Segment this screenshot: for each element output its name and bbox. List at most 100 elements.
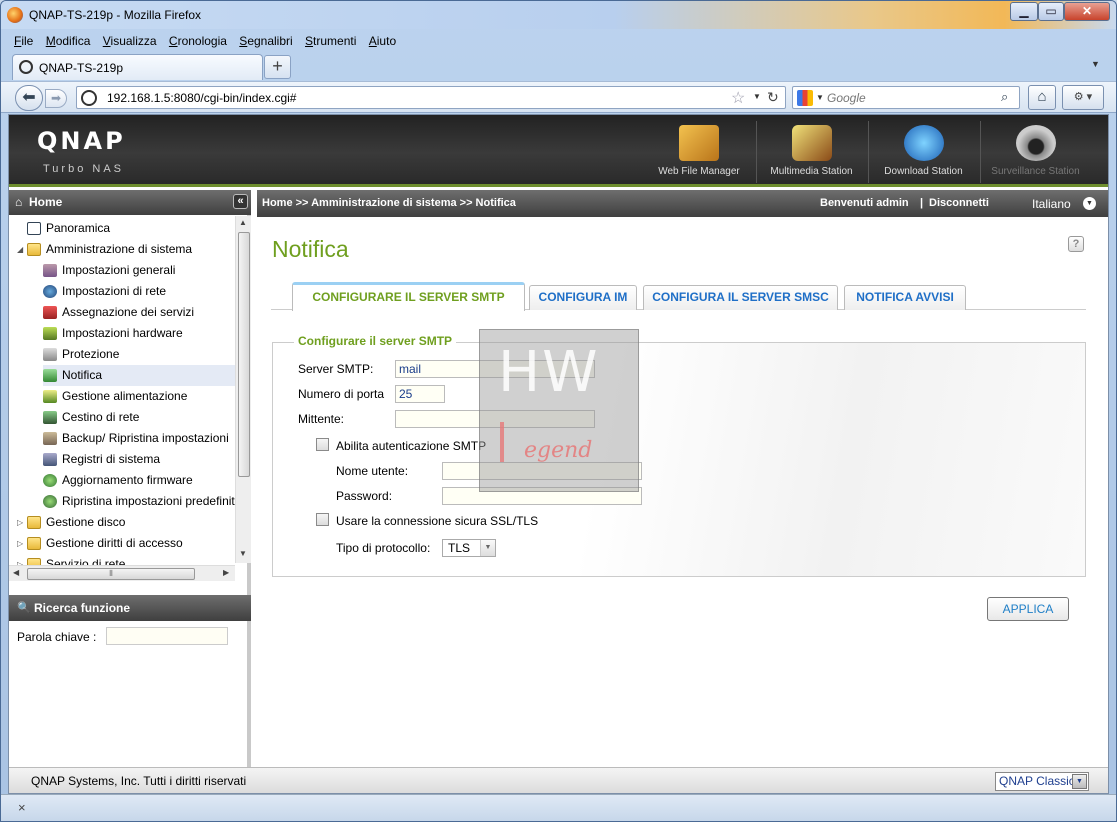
collapsed-arrow-icon[interactable]: ▷ <box>17 518 23 527</box>
tree-item-protezione[interactable]: Protezione <box>43 344 235 365</box>
url-text[interactable]: 192.168.1.5:8080/cgi-bin/index.cgi# <box>107 91 296 105</box>
tree-item-label: Gestione alimentazione <box>62 389 188 403</box>
engine-dropdown-icon[interactable]: ▼ <box>816 93 824 102</box>
home-button[interactable]: ⌂ <box>1028 85 1056 110</box>
main-panel: Home >> Amministrazione di sistema >> No… <box>257 190 1108 767</box>
browser-tab[interactable]: QNAP-TS-219p <box>12 54 263 80</box>
close-findbar-icon[interactable]: × <box>18 800 26 815</box>
username-label: Nome utente: <box>336 464 409 478</box>
smtp-fieldset: Configurare il server SMTP Server SMTP: … <box>272 334 1086 577</box>
backup-icon <box>43 432 57 445</box>
tab-smtp-server[interactable]: CONFIGURARE IL SERVER SMTP <box>292 282 525 311</box>
app-multimedia-station[interactable]: Multimedia Station <box>756 121 866 183</box>
menu-visualizza[interactable]: Visualizza <box>103 31 157 51</box>
menu-strumenti[interactable]: Strumenti <box>305 31 356 51</box>
folder-icon <box>27 516 41 529</box>
keyword-input[interactable] <box>106 627 228 645</box>
search-icon: 🔍 <box>17 602 31 614</box>
tree-item-aggiornamento-firmware[interactable]: Aggiornamento firmware <box>43 470 235 491</box>
app-download-station[interactable]: Download Station <box>868 121 978 183</box>
tab-smsc-server[interactable]: CONFIGURA IL SERVER SMSC <box>643 285 838 310</box>
ssl-tls-checkbox[interactable] <box>316 513 329 526</box>
app-web-file-manager[interactable]: Web File Manager <box>644 121 754 183</box>
apply-button[interactable]: APPLICA <box>987 597 1069 621</box>
scroll-up-arrow-icon[interactable]: ▲ <box>239 218 247 227</box>
tree-item-notifica[interactable]: Notifica <box>43 365 235 386</box>
new-tab-button[interactable]: + <box>264 55 291 79</box>
url-bar[interactable]: 192.168.1.5:8080/cgi-bin/index.cgi# ☆ ▼ … <box>76 86 786 109</box>
tree-item-amministrazione[interactable]: Amministrazione di sistema <box>27 239 235 260</box>
multimedia-station-icon <box>791 125 832 161</box>
tree-item-panoramica[interactable]: Panoramica <box>27 218 235 239</box>
minimize-button[interactable]: ▁ <box>1010 2 1038 21</box>
tree-item-impostazioni-generali[interactable]: Impostazioni generali <box>43 260 235 281</box>
tree-item-registri-sistema[interactable]: Registri di sistema <box>43 449 235 470</box>
expand-arrow-icon[interactable]: ◢ <box>17 245 23 254</box>
menu-aiuto[interactable]: Aiuto <box>369 31 396 51</box>
help-icon[interactable]: ? <box>1068 236 1084 252</box>
scroll-right-arrow-icon[interactable]: ▶ <box>223 568 229 577</box>
tree-item-backup-ripristina[interactable]: Backup/ Ripristina impostazioni <box>43 428 235 449</box>
tree-item-gestione-disco[interactable]: Gestione disco <box>27 512 235 533</box>
browser-window: QNAP-TS-219p - Mozilla Firefox ▁ ▭ ✕ Fil… <box>0 0 1117 822</box>
search-bar[interactable]: ▼ Google ⌕ <box>792 86 1020 109</box>
smtp-server-label: Server SMTP: <box>298 362 374 376</box>
app-label: Web File Manager <box>658 166 740 177</box>
url-history-dropdown-icon[interactable]: ▼ <box>753 92 761 101</box>
tree-item-label: Registri di sistema <box>62 452 161 466</box>
scroll-left-arrow-icon[interactable]: ◀ <box>13 568 19 577</box>
tree-item-impostazioni-hardware[interactable]: Impostazioni hardware <box>43 323 235 344</box>
tree-item-ripristina-predefinite[interactable]: Ripristina impostazioni predefinite <box>43 491 235 512</box>
scroll-thumb[interactable] <box>238 232 250 477</box>
google-engine-icon[interactable] <box>797 90 813 106</box>
close-button[interactable]: ✕ <box>1064 2 1110 21</box>
status-bar: × <box>1 794 1116 821</box>
protocol-select[interactable]: TLS ▼ <box>442 539 496 557</box>
site-identity-icon[interactable] <box>81 90 97 106</box>
tree-item-cestino-rete[interactable]: Cestino di rete <box>43 407 235 428</box>
menu-file[interactable]: File <box>14 31 33 51</box>
tree-item-gestione-diritti[interactable]: Gestione diritti di accesso <box>27 533 235 554</box>
tab-alert-notification[interactable]: NOTIFICA AVVISI <box>844 285 966 310</box>
collapse-panel-button[interactable]: « <box>233 194 248 209</box>
home-header[interactable]: ⌂ Home « <box>9 190 251 215</box>
menu-cronologia[interactable]: Cronologia <box>169 31 227 51</box>
left-panel: ⌂ Home « Panoramica ◢ Amministrazione di… <box>9 190 251 767</box>
language-select[interactable]: Italiano <box>1032 191 1071 218</box>
tree-item-gestione-alimentazione[interactable]: Gestione alimentazione <box>43 386 235 407</box>
maximize-button[interactable]: ▭ <box>1038 2 1064 21</box>
web-file-manager-icon <box>679 125 719 161</box>
scroll-thumb[interactable]: ⦀ <box>27 568 195 580</box>
tree-item-servizio-rete[interactable]: Servizio di rete <box>27 554 235 565</box>
bookmark-star-icon[interactable]: ☆ <box>731 88 745 108</box>
search-placeholder[interactable]: Google <box>827 91 866 105</box>
tree-item-label: Impostazioni hardware <box>62 326 183 340</box>
menu-segnalibri[interactable]: Segnalibri <box>239 31 292 51</box>
collapsed-arrow-icon[interactable]: ▷ <box>17 539 23 548</box>
scroll-down-arrow-icon[interactable]: ▼ <box>239 549 247 558</box>
tab-list-icon[interactable]: ▼ <box>1091 59 1100 69</box>
tree-item-label: Gestione diritti di accesso <box>46 536 183 550</box>
smtp-auth-checkbox[interactable] <box>316 438 329 451</box>
port-input[interactable]: 25 <box>395 385 445 403</box>
back-button[interactable]: ⬅ <box>15 85 43 111</box>
menu-modifica[interactable]: Modifica <box>46 31 91 51</box>
theme-value: QNAP Classic <box>999 774 1075 788</box>
tab-im[interactable]: CONFIGURA IM <box>529 285 637 310</box>
language-dropdown-icon[interactable]: ▼ <box>1083 197 1096 210</box>
tree-horizontal-scrollbar[interactable]: ◀ ⦀ ▶ <box>9 565 235 581</box>
tree-item-assegnazione-servizi[interactable]: Assegnazione dei servizi <box>43 302 235 323</box>
forward-button[interactable]: ➡ <box>45 89 67 108</box>
firmware-icon <box>43 474 57 487</box>
app-surveillance-station[interactable]: Surveillance Station <box>980 121 1090 183</box>
theme-select[interactable]: QNAP Classic ▼ <box>995 772 1089 791</box>
tree-vertical-scrollbar[interactable]: ▲ ▼ <box>235 216 251 563</box>
tree-item-impostazioni-rete[interactable]: Impostazioni di rete <box>43 281 235 302</box>
tree-item-label: Gestione disco <box>46 515 126 529</box>
watermark-bottom-text: egend <box>524 438 593 463</box>
search-icon[interactable]: ⌕ <box>1001 89 1008 105</box>
addon-button[interactable]: ⚙ ▾ <box>1062 85 1104 110</box>
logout-link[interactable]: Disconnetti <box>929 190 989 217</box>
download-station-icon <box>903 125 944 161</box>
reload-icon[interactable]: ↻ <box>767 89 779 106</box>
